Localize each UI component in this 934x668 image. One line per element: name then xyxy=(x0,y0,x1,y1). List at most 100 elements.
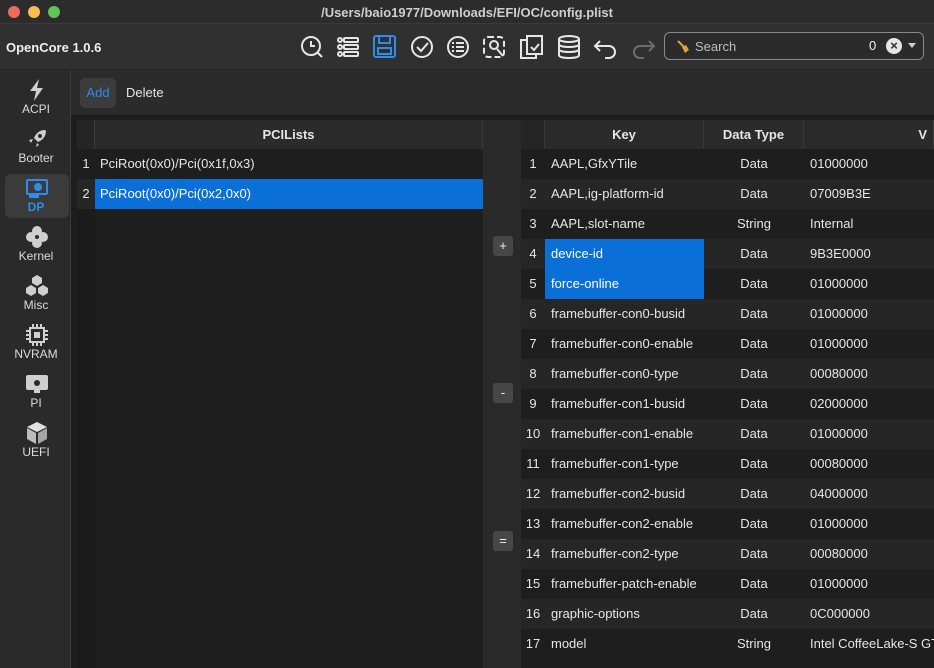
data-type-cell[interactable]: String xyxy=(704,629,804,659)
data-type-cell[interactable]: Data xyxy=(704,449,804,479)
key-cell[interactable]: framebuffer-con2-type xyxy=(545,539,704,569)
clear-search-icon[interactable]: × xyxy=(886,38,902,54)
wrench-gear-icon[interactable] xyxy=(480,33,510,61)
value-cell[interactable]: 01000000 xyxy=(804,299,934,329)
remove-row-button[interactable]: - xyxy=(493,383,513,403)
table-row[interactable]: 2 PciRoot(0x0)/Pci(0x2,0x0) xyxy=(77,179,483,209)
data-type-column-header[interactable]: Data Type xyxy=(704,120,804,149)
table-row[interactable]: 15 framebuffer-patch-enable Data 01000000 xyxy=(521,569,934,599)
data-type-cell[interactable]: Data xyxy=(704,419,804,449)
value-cell[interactable]: 00080000 xyxy=(804,449,934,479)
list-icon[interactable] xyxy=(333,33,363,61)
table-row[interactable]: 12 framebuffer-con2-busid Data 04000000 xyxy=(521,479,934,509)
pci-path[interactable]: PciRoot(0x0)/Pci(0x1f,0x3) xyxy=(95,149,483,179)
data-type-cell[interactable]: Data xyxy=(704,509,804,539)
key-cell[interactable]: framebuffer-con0-type xyxy=(545,359,704,389)
table-row[interactable]: 3 AAPL,slot-name String Internal xyxy=(521,209,934,239)
table-row[interactable]: 13 framebuffer-con2-enable Data 01000000 xyxy=(521,509,934,539)
key-cell[interactable]: model xyxy=(545,629,704,659)
sidebar-item-dp[interactable]: DP xyxy=(5,174,69,218)
value-cell[interactable]: 01000000 xyxy=(804,569,934,599)
value-cell[interactable]: 0C000000 xyxy=(804,599,934,629)
sidebar-item-nvram[interactable]: NVRAM xyxy=(5,321,69,365)
table-row[interactable]: 8 framebuffer-con0-type Data 00080000 xyxy=(521,359,934,389)
value-cell[interactable]: Intel CoffeeLake-S GT xyxy=(804,629,934,659)
data-type-cell[interactable]: Data xyxy=(704,599,804,629)
value-cell[interactable]: 01000000 xyxy=(804,509,934,539)
sidebar-item-kernel[interactable]: Kernel xyxy=(5,223,69,267)
key-cell[interactable]: device-id xyxy=(545,239,704,269)
redo-icon[interactable] xyxy=(628,33,658,61)
value-column-header[interactable]: V xyxy=(804,120,934,149)
value-cell[interactable]: 02000000 xyxy=(804,389,934,419)
table-row[interactable]: 5 force-online Data 01000000 xyxy=(521,269,934,299)
list-check-icon[interactable] xyxy=(443,33,473,61)
key-cell[interactable]: framebuffer-con1-type xyxy=(545,449,704,479)
table-row[interactable]: 2 AAPL,ig-platform-id Data 07009B3E xyxy=(521,179,934,209)
data-type-cell[interactable]: Data xyxy=(704,569,804,599)
save-icon[interactable] xyxy=(370,33,400,61)
duplicate-row-button[interactable]: = xyxy=(493,531,513,551)
table-row[interactable]: 9 framebuffer-con1-busid Data 02000000 xyxy=(521,389,934,419)
value-cell[interactable]: Internal xyxy=(804,209,934,239)
check-icon[interactable] xyxy=(407,33,437,61)
table-row[interactable]: 7 framebuffer-con0-enable Data 01000000 xyxy=(521,329,934,359)
undo-icon[interactable] xyxy=(591,33,621,61)
key-cell[interactable]: framebuffer-con2-busid xyxy=(545,479,704,509)
key-column-header[interactable]: Key xyxy=(545,120,704,149)
search-box[interactable]: 0 × xyxy=(664,32,924,60)
key-cell[interactable]: AAPL,slot-name xyxy=(545,209,704,239)
value-cell[interactable]: 00080000 xyxy=(804,359,934,389)
sidebar-item-acpi[interactable]: ACPI xyxy=(5,76,69,120)
data-type-cell[interactable]: Data xyxy=(704,269,804,299)
add-button[interactable]: Add xyxy=(80,78,116,108)
sidebar-item-booter[interactable]: Booter xyxy=(5,125,69,169)
document-edit-icon[interactable] xyxy=(517,33,547,61)
key-cell[interactable]: framebuffer-patch-enable xyxy=(545,569,704,599)
data-type-cell[interactable]: Data xyxy=(704,239,804,269)
data-type-cell[interactable]: Data xyxy=(704,149,804,179)
data-type-cell[interactable]: Data xyxy=(704,299,804,329)
key-cell[interactable]: AAPL,GfxYTile xyxy=(545,149,704,179)
value-cell[interactable]: 01000000 xyxy=(804,269,934,299)
table-row[interactable]: 10 framebuffer-con1-enable Data 01000000 xyxy=(521,419,934,449)
sidebar-item-uefi[interactable]: UEFI xyxy=(5,419,69,463)
key-cell[interactable]: force-online xyxy=(545,269,704,299)
chevron-down-icon[interactable] xyxy=(908,43,916,48)
table-row[interactable]: 6 framebuffer-con0-busid Data 01000000 xyxy=(521,299,934,329)
data-type-cell[interactable]: String xyxy=(704,209,804,239)
table-row[interactable]: 4 device-id Data 9B3E0000 xyxy=(521,239,934,269)
key-cell[interactable]: framebuffer-con2-enable xyxy=(545,509,704,539)
key-cell[interactable]: framebuffer-con1-enable xyxy=(545,419,704,449)
clock-search-icon[interactable] xyxy=(297,33,327,61)
key-cell[interactable]: framebuffer-con0-enable xyxy=(545,329,704,359)
data-type-cell[interactable]: Data xyxy=(704,479,804,509)
data-type-cell[interactable]: Data xyxy=(704,329,804,359)
data-type-cell[interactable]: Data xyxy=(704,539,804,569)
sidebar-item-pi[interactable]: PI xyxy=(5,370,69,414)
pcilists-header[interactable]: PCILists xyxy=(95,120,483,149)
value-cell[interactable]: 00080000 xyxy=(804,539,934,569)
table-row[interactable]: 11 framebuffer-con1-type Data 00080000 xyxy=(521,449,934,479)
key-cell[interactable]: graphic-options xyxy=(545,599,704,629)
value-cell[interactable]: 9B3E0000 xyxy=(804,239,934,269)
data-type-cell[interactable]: Data xyxy=(704,179,804,209)
key-cell[interactable]: framebuffer-con1-busid xyxy=(545,389,704,419)
value-cell[interactable]: 01000000 xyxy=(804,329,934,359)
table-row[interactable]: 1 AAPL,GfxYTile Data 01000000 xyxy=(521,149,934,179)
table-row[interactable]: 1 PciRoot(0x0)/Pci(0x1f,0x3) xyxy=(77,149,483,179)
key-cell[interactable]: AAPL,ig-platform-id xyxy=(545,179,704,209)
key-cell[interactable]: framebuffer-con0-busid xyxy=(545,299,704,329)
value-cell[interactable]: 01000000 xyxy=(804,149,934,179)
data-type-cell[interactable]: Data xyxy=(704,359,804,389)
value-cell[interactable]: 01000000 xyxy=(804,419,934,449)
add-row-button[interactable]: + xyxy=(493,236,513,256)
search-input[interactable] xyxy=(695,37,855,55)
delete-button[interactable]: Delete xyxy=(126,78,166,108)
table-row[interactable]: 16 graphic-options Data 0C000000 xyxy=(521,599,934,629)
table-row[interactable]: 14 framebuffer-con2-type Data 00080000 xyxy=(521,539,934,569)
pci-path[interactable]: PciRoot(0x0)/Pci(0x2,0x0) xyxy=(95,179,483,209)
sidebar-item-misc[interactable]: Misc xyxy=(5,272,69,316)
table-row[interactable]: 17 model String Intel CoffeeLake-S GT xyxy=(521,629,934,659)
database-icon[interactable] xyxy=(554,33,584,61)
